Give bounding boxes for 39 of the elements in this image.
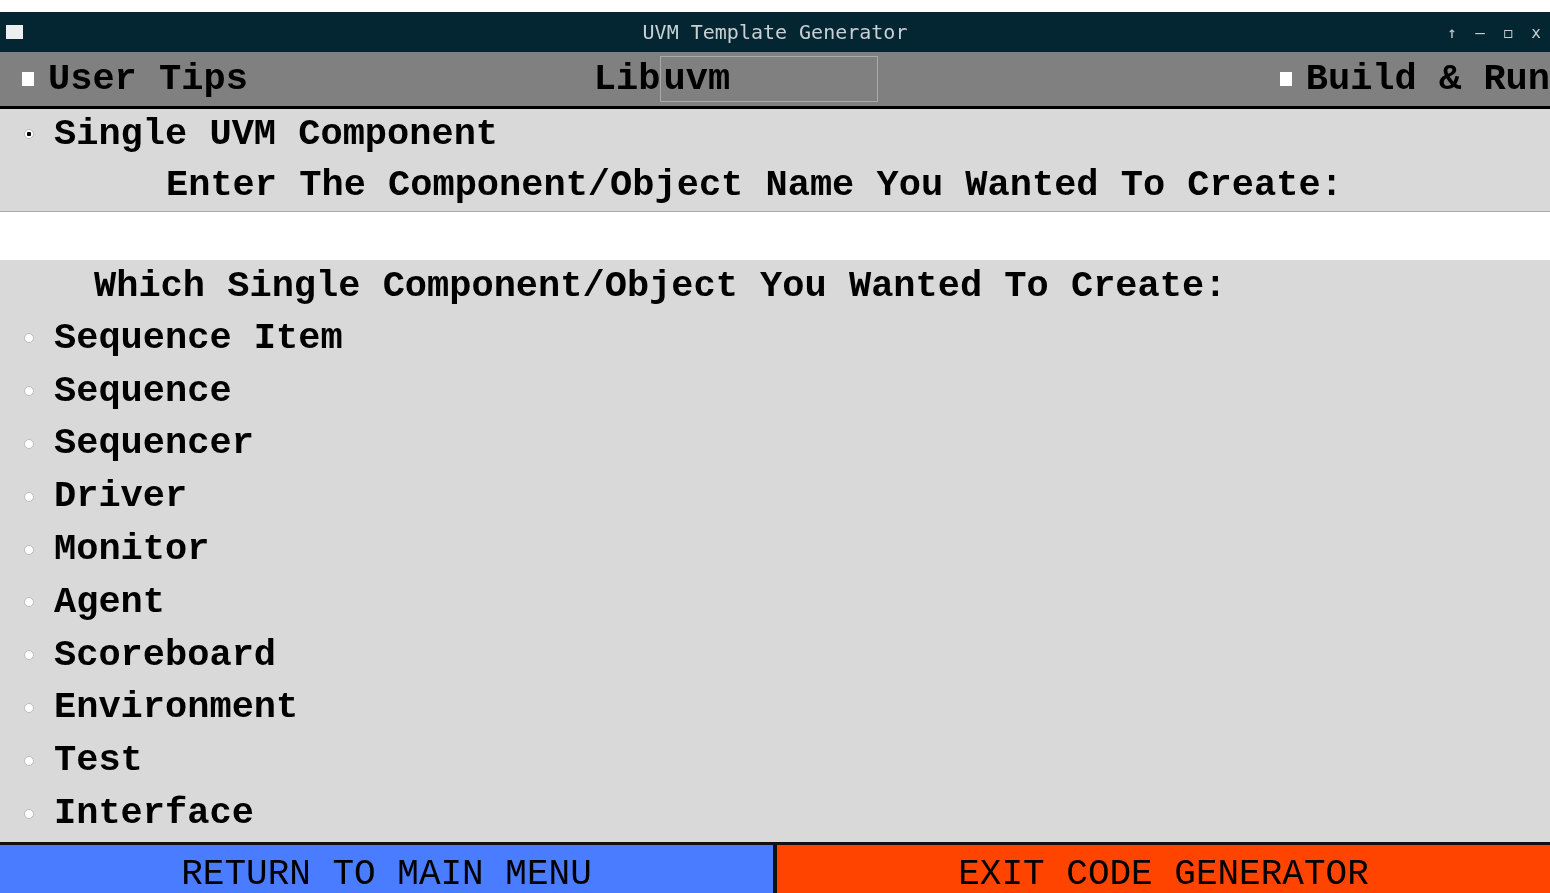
prompt-text: Which Single Component/Object You Wanted To Create: — [94, 267, 1227, 305]
checkbox-label: User Tips — [48, 60, 248, 98]
radio-button[interactable] — [24, 650, 34, 661]
window-control[interactable]: – — [1468, 22, 1492, 42]
checkbox[interactable] — [22, 72, 34, 86]
radio-label: Single UVM Component — [54, 115, 499, 153]
radio-label: Test — [54, 742, 143, 780]
radio-label: Agent — [54, 583, 166, 621]
radio-label: Sequence — [54, 372, 232, 410]
radio-button[interactable] — [24, 755, 34, 766]
window-control[interactable]: x — [1524, 22, 1548, 42]
action-button[interactable]: RETURN TO MAIN MENU — [0, 845, 777, 893]
radio-button[interactable] — [24, 129, 34, 139]
window-title: UVM Template Generator — [642, 20, 908, 44]
prompt-text: Enter The Component/Object Name You Wanted To Create: — [166, 166, 1343, 204]
radio-label: Interface — [54, 795, 254, 833]
checkbox[interactable] — [1279, 72, 1292, 86]
window-icon — [6, 25, 23, 39]
radio-label: Monitor — [54, 531, 210, 569]
radio-button[interactable] — [24, 544, 34, 555]
window-control[interactable]: ↑ — [1440, 22, 1464, 42]
library-field[interactable]: uvm — [660, 56, 879, 102]
radio-button[interactable] — [24, 439, 34, 449]
radio-button[interactable] — [24, 702, 34, 713]
radio-button[interactable] — [24, 597, 34, 608]
radio-label: Sequence Item — [54, 319, 343, 357]
radio-label: Driver — [54, 478, 188, 516]
radio-button[interactable] — [24, 386, 34, 397]
radio-button[interactable] — [24, 808, 34, 819]
checkbox-label: Build & Run — [1305, 60, 1550, 98]
radio-label: Scoreboard — [54, 636, 277, 674]
radio-label: Environment — [54, 689, 299, 727]
radio-label: Sequencer — [54, 425, 254, 463]
radio-button[interactable] — [24, 491, 34, 502]
radio-button[interactable] — [24, 333, 34, 344]
action-button[interactable]: EXIT CODE GENERATOR — [777, 845, 1550, 893]
name-input-field[interactable] — [0, 212, 1550, 260]
window-control[interactable]: ◻ — [1496, 22, 1520, 42]
field-label: Lib — [593, 60, 661, 98]
